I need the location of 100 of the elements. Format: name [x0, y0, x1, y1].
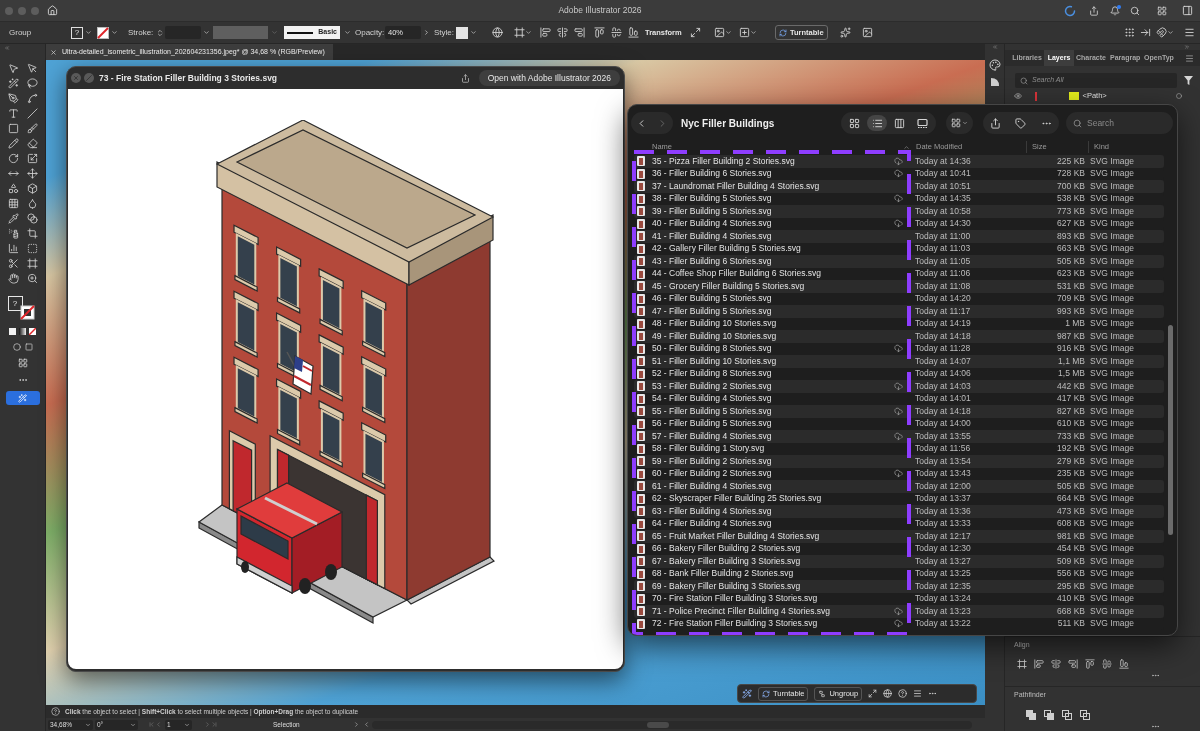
no-stroke-swatch-icon[interactable] [97, 26, 109, 39]
overlapping-squares-icon[interactable] [1080, 709, 1090, 720]
panel-menu-icon[interactable] [1185, 53, 1194, 63]
grid-icon[interactable] [1157, 5, 1167, 16]
zoom-icon[interactable] [26, 273, 38, 284]
lasso-icon[interactable] [26, 78, 38, 89]
caret-icon[interactable] [1167, 29, 1174, 36]
gallery-view-icon[interactable] [917, 117, 929, 129]
caret-icon[interactable] [525, 29, 532, 36]
share-icon[interactable] [1089, 5, 1099, 16]
scrollbar-thumb[interactable] [1168, 325, 1173, 535]
align-left-icon[interactable] [540, 27, 551, 38]
square-icon[interactable] [24, 343, 33, 351]
blend-icon[interactable] [26, 213, 38, 224]
overlapping-squares-icon[interactable] [1026, 709, 1036, 720]
move-icon[interactable] [26, 168, 38, 179]
search-field[interactable]: Search [1066, 112, 1173, 134]
droplet-icon[interactable] [26, 198, 38, 209]
caret-icon[interactable] [111, 29, 118, 36]
gradient-swatch-icon[interactable] [19, 328, 26, 335]
caret-icon[interactable] [750, 29, 757, 36]
shapes-icon[interactable] [7, 183, 19, 194]
caret-icon[interactable] [184, 721, 190, 728]
image-icon[interactable] [861, 27, 873, 38]
align-top-icon[interactable] [594, 27, 605, 38]
tag-icon[interactable] [1015, 117, 1027, 129]
cloud-download-icon[interactable] [894, 431, 903, 441]
home-icon[interactable] [47, 5, 58, 16]
list-view-icon[interactable] [871, 117, 883, 129]
align-right-icon[interactable] [574, 27, 585, 38]
pencil-icon[interactable] [7, 138, 19, 149]
frame-icon[interactable] [26, 258, 38, 269]
align-middle-icon[interactable] [611, 27, 622, 38]
tool-menu-icon[interactable] [353, 721, 360, 728]
search-icon[interactable] [1020, 76, 1028, 85]
type-icon[interactable] [7, 108, 19, 119]
rotate-arrows-icon[interactable] [779, 28, 787, 37]
pointer-outline-icon[interactable] [26, 63, 38, 74]
file-row[interactable]: 67 - Bakery Filler Building 3 Stories.svg Today at 13:27 509 KB SVG Image [634, 555, 1164, 568]
align-center-icon[interactable] [557, 27, 568, 38]
file-row[interactable]: 51 - Filler Building 10 Stories.svg Today at 14:07 1,1 MB SVG Image [634, 355, 1164, 368]
globe-icon[interactable] [883, 689, 893, 698]
share-icon[interactable] [460, 73, 470, 83]
grip-icon[interactable] [1124, 27, 1135, 38]
scrollbar-thumb[interactable] [647, 721, 669, 728]
horizontal-scrollbar[interactable] [372, 720, 972, 729]
overlapping-squares-icon[interactable] [1062, 709, 1072, 720]
file-row[interactable]: 55 - Filler Building 5 Stories.svg Today at 14:18 827 KB SVG Image [634, 405, 1164, 418]
hand-icon[interactable] [7, 273, 19, 284]
palette-icon[interactable] [988, 59, 1001, 71]
pen-icon[interactable] [7, 93, 19, 104]
no-color-icon[interactable] [29, 328, 36, 335]
overlapping-squares-icon[interactable] [1044, 709, 1054, 720]
align-bottom-icon[interactable] [628, 27, 639, 38]
progress-ring-icon[interactable] [1064, 4, 1076, 17]
align-right-icon[interactable] [1068, 658, 1078, 669]
file-row[interactable]: 61 - Filler Building 4 Stories.svg Today at 12:00 505 KB SVG Image [634, 480, 1164, 493]
file-row[interactable]: 65 - Fruit Market Filler Building 4 Stories.svg Today at 12:17 981 KB SVG Image [634, 530, 1164, 543]
align-bottom-icon[interactable] [1119, 658, 1129, 669]
close-tab-icon[interactable] [50, 48, 57, 56]
rotate-icon[interactable] [7, 153, 19, 164]
spray-can-icon[interactable] [7, 228, 19, 239]
file-row[interactable]: 35 - Pizza Filler Building 2 Stories.svg Today at 14:36 225 KB SVG Image [634, 155, 1164, 168]
cube-icon[interactable] [26, 183, 38, 194]
align-middle-icon[interactable] [1102, 658, 1112, 669]
swatch-icon[interactable] [9, 328, 16, 335]
pointer-icon[interactable] [7, 63, 19, 74]
chevron-right-icon[interactable] [423, 29, 430, 36]
file-row[interactable]: 63 - Filler Building 4 Stories.svg Today at 13:36 473 KB SVG Image [634, 505, 1164, 518]
search-icon[interactable] [1073, 118, 1082, 128]
magic-wand-icon[interactable] [742, 688, 752, 699]
caret-icon[interactable] [130, 721, 136, 728]
scroll-left-icon[interactable] [363, 721, 370, 728]
file-row[interactable]: 49 - Filler Building 10 Stories.svg Today at 14:18 987 KB SVG Image [634, 330, 1164, 343]
search-icon[interactable] [1130, 5, 1140, 16]
expand-icon[interactable] [690, 27, 701, 38]
grid-icon[interactable] [7, 198, 19, 209]
curve-icon[interactable] [26, 93, 38, 104]
file-row[interactable]: 39 - Filler Building 5 Stories.svg Today at 10:58 773 KB SVG Image [634, 205, 1164, 218]
globe-icon[interactable] [492, 27, 503, 38]
line-icon[interactable] [26, 108, 38, 119]
circle-icon[interactable] [12, 343, 21, 351]
bar-chart-icon[interactable] [7, 243, 19, 254]
align-center-icon[interactable] [1051, 658, 1061, 669]
caret-icon[interactable] [85, 721, 91, 728]
filter-icon[interactable] [1184, 76, 1193, 85]
view-mode-button[interactable] [867, 115, 888, 131]
cloud-download-icon[interactable] [894, 619, 903, 629]
double-arrow-icon[interactable] [7, 168, 19, 179]
grid-icon[interactable] [17, 358, 28, 368]
file-row[interactable]: 37 - Laundromat Filler Building 4 Stories.svg Today at 10:51 700 KB SVG Image [634, 180, 1164, 193]
expand-icon[interactable] [868, 689, 878, 698]
rectangle-icon[interactable] [7, 123, 19, 134]
magic-wand-icon[interactable] [7, 78, 19, 89]
fill-swatch[interactable]: ? [7, 296, 23, 311]
rotate-arrows-icon[interactable] [762, 689, 770, 698]
caret-icon[interactable] [85, 29, 92, 36]
eraser-icon[interactable] [26, 138, 38, 149]
grid-view-icon[interactable] [848, 117, 860, 129]
cloud-download-icon[interactable] [894, 469, 903, 479]
